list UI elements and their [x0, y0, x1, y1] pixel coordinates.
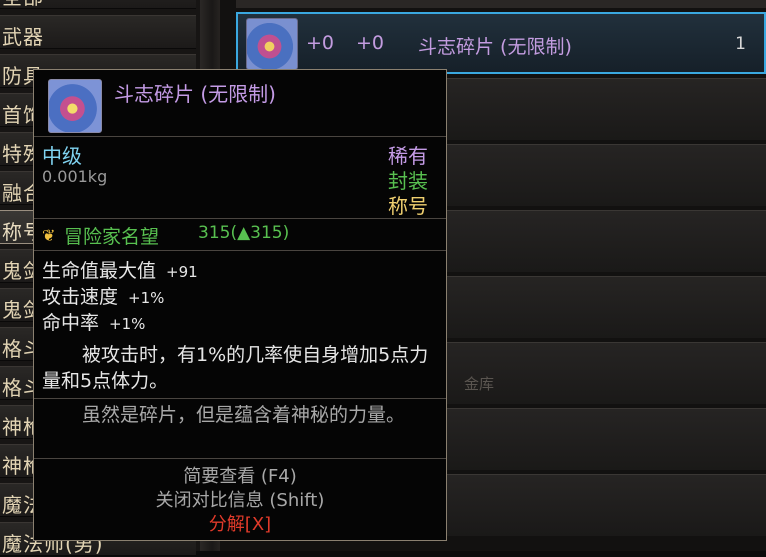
- category-label: 武器: [2, 25, 44, 49]
- row-item-name: 斗志碎片 (无限制): [418, 36, 572, 58]
- tooltip-item-type: 称号: [388, 194, 428, 218]
- tooltip-reputation-label: 冒险家名望: [64, 226, 160, 248]
- fragment-item-icon: [48, 79, 102, 133]
- tooltip-reputation-value: 315(▲315): [198, 223, 290, 243]
- tooltip-divider: [34, 136, 446, 137]
- fragment-item-icon: [246, 18, 298, 70]
- stat-name: 攻击速度: [42, 286, 119, 308]
- stat-name: 生命值最大值: [42, 260, 157, 282]
- category-label: 全部: [2, 0, 44, 10]
- tooltip-divider: [34, 398, 446, 399]
- tooltip-stat-hp: 生命值最大值 +91: [42, 256, 198, 283]
- row-ghost-text: 金库: [464, 375, 495, 393]
- stat-value: +1%: [109, 315, 146, 333]
- row-enhance: +0: [306, 32, 335, 54]
- item-tooltip: 斗志碎片 (无限制) 中级 0.001kg 稀有 封装 称号 ❦ 冒险家名望 3…: [33, 69, 447, 541]
- hint-quick-view: 简要查看 (F4): [183, 466, 297, 487]
- tooltip-item-name: 斗志碎片 (无限制): [114, 82, 276, 106]
- tooltip-flavor-text: 虽然是碎片，但是蕴含着神秘的力量。: [42, 402, 442, 428]
- hint-compare-toggle: 关闭对比信息 (Shift): [155, 490, 325, 511]
- tooltip-effect-text: 被攻击时，有1%的几率使自身增加5点力量和5点体力。: [42, 342, 442, 394]
- stat-value: +1%: [128, 289, 165, 307]
- category-tab-weapon[interactable]: 武器: [0, 15, 196, 49]
- row-amplify: +0: [356, 32, 385, 54]
- effect-text: 被攻击时，有1%的几率使自身增加5点力量和5点体力。: [42, 344, 429, 392]
- tooltip-stat-attack-speed: 攻击速度 +1%: [42, 282, 164, 309]
- tooltip-stat-hit-rate: 命中率 +1%: [42, 308, 145, 335]
- tooltip-divider: [34, 250, 446, 251]
- tooltip-weight: 0.001kg: [42, 167, 108, 186]
- list-column-header: [236, 0, 766, 8]
- decompose-hint: 分解[X]: [208, 514, 272, 535]
- category-tab-all[interactable]: 全部: [0, 0, 196, 9]
- row-item-count: 1: [735, 34, 746, 54]
- tooltip-grade: 中级: [42, 144, 82, 168]
- stat-name: 命中率: [42, 312, 100, 334]
- tooltip-divider: [34, 458, 446, 459]
- item-row-selected[interactable]: +0 +0 斗志碎片 (无限制) 1: [236, 12, 766, 74]
- reputation-icon: ❦: [42, 226, 56, 245]
- stat-value: +91: [166, 263, 198, 281]
- flavor-text: 虽然是碎片，但是蕴含着神秘的力量。: [82, 404, 406, 426]
- tooltip-divider: [34, 218, 446, 219]
